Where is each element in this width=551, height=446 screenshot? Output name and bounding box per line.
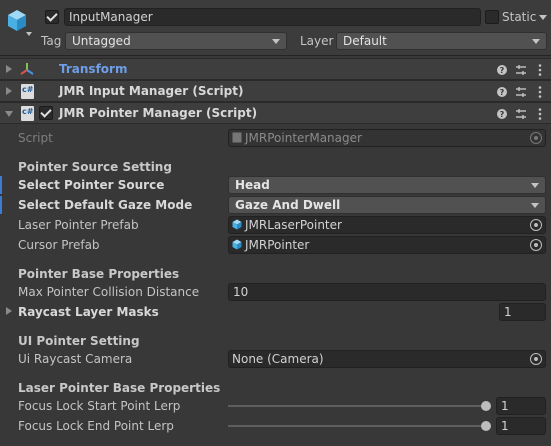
cursor-prefab-field[interactable]: JMRPointer	[228, 236, 546, 254]
chevron-down-icon	[531, 203, 539, 208]
focus-lock-end-label: Focus Lock End Point Lerp	[18, 419, 174, 433]
component-header-transform[interactable]: Transform ?	[0, 58, 551, 80]
focus-lock-end-slider-handle[interactable]	[481, 421, 491, 431]
layer-label: Layer	[300, 34, 334, 48]
static-dropdown-icon[interactable]	[539, 15, 547, 20]
focus-lock-start-slider-track[interactable]	[228, 405, 486, 407]
section-laser-pointer-base: Laser Pointer Base Properties	[18, 381, 221, 395]
tag-value: Untagged	[72, 34, 131, 48]
object-picker-icon	[530, 132, 542, 144]
raycast-layer-masks-size-input[interactable]: 1	[499, 303, 546, 321]
help-icon: ?	[497, 109, 507, 119]
prefab-icon	[232, 219, 242, 230]
foldout-expanded-icon[interactable]	[5, 111, 13, 117]
layer-value: Default	[343, 34, 387, 48]
object-name-input[interactable]: InputManager	[64, 8, 481, 26]
section-ui-pointer: UI Pointer Setting	[18, 334, 140, 348]
inspector-header: InputManager Static Tag Untagged Layer D…	[0, 0, 551, 56]
component-actions: ?	[497, 64, 542, 76]
ui-raycast-camera-value: None (Camera)	[232, 352, 324, 366]
component-header-jmr-input-manager[interactable]: JMR Input Manager (Script) ?	[0, 80, 551, 102]
static-label: Static	[502, 10, 537, 24]
script-value: JMRPointerManager	[245, 131, 362, 145]
kebab-menu-icon	[538, 64, 542, 76]
csharp-script-icon	[21, 84, 34, 99]
active-checkbox[interactable]	[45, 10, 59, 24]
tag-label: Tag	[41, 34, 62, 48]
modified-indicator	[0, 176, 2, 194]
component-enabled-checkbox[interactable]	[39, 106, 53, 120]
svg-text:?: ?	[500, 110, 505, 119]
chevron-down-icon	[532, 39, 540, 44]
kebab-menu-icon	[538, 108, 542, 120]
cursor-prefab-label: Cursor Prefab	[18, 238, 100, 252]
help-icon: ?	[497, 87, 507, 97]
focus-lock-end-slider-track[interactable]	[228, 425, 486, 427]
help-icon: ?	[497, 65, 507, 75]
raycast-layer-masks-label[interactable]: Raycast Layer Masks	[18, 303, 159, 321]
svg-text:?: ?	[500, 88, 505, 97]
ui-raycast-camera-field[interactable]: None (Camera)	[228, 350, 546, 368]
foldout-collapsed-icon[interactable]	[6, 307, 12, 315]
icon-dropdown-icon[interactable]	[26, 32, 32, 36]
laser-pointer-prefab-label: Laser Pointer Prefab	[18, 218, 139, 232]
laser-pointer-prefab-field[interactable]: JMRLaserPointer	[228, 216, 546, 234]
object-picker-icon[interactable]	[530, 239, 542, 251]
component-title-jmr-pointer-manager: JMR Pointer Manager (Script)	[59, 106, 258, 120]
component-title-transform: Transform	[59, 62, 128, 76]
csharp-script-icon	[21, 106, 34, 121]
laser-pointer-prefab-value: JMRLaserPointer	[245, 218, 342, 232]
object-picker-icon[interactable]	[530, 219, 542, 231]
select-gaze-mode-label: Select Default Gaze Mode	[18, 198, 193, 212]
object-picker-icon[interactable]	[530, 353, 542, 365]
cursor-prefab-value: JMRPointer	[245, 238, 310, 252]
kebab-menu-icon	[538, 86, 542, 98]
script-label: Script	[18, 131, 53, 145]
section-pointer-base: Pointer Base Properties	[18, 267, 180, 281]
select-gaze-mode-value: Gaze And Dwell	[235, 198, 341, 212]
static-checkbox[interactable]	[485, 10, 499, 24]
layer-dropdown[interactable]: Default	[336, 32, 547, 50]
prefab-icon	[232, 239, 242, 250]
foldout-collapsed-icon[interactable]	[6, 87, 12, 95]
focus-lock-start-label: Focus Lock Start Point Lerp	[18, 399, 181, 413]
chevron-down-icon	[272, 39, 280, 44]
section-pointer-source: Pointer Source Setting	[18, 160, 172, 174]
focus-lock-end-input[interactable]: 1	[496, 417, 546, 435]
svg-text:?: ?	[500, 66, 505, 75]
foldout-collapsed-icon[interactable]	[6, 65, 12, 73]
transform-axes-icon	[20, 63, 34, 75]
select-gaze-mode-dropdown[interactable]: Gaze And Dwell	[228, 196, 546, 214]
component-header-jmr-pointer-manager[interactable]: JMR Pointer Manager (Script) ?	[0, 102, 551, 124]
script-field: JMRPointerManager	[228, 129, 546, 147]
component-title-jmr-input-manager: JMR Input Manager (Script)	[59, 84, 244, 98]
select-pointer-source-value: Head	[235, 178, 270, 192]
select-pointer-source-label: Select Pointer Source	[18, 178, 165, 192]
focus-lock-start-slider-handle[interactable]	[481, 401, 491, 411]
select-pointer-source-dropdown[interactable]: Head	[228, 176, 546, 194]
ui-raycast-camera-label: Ui Raycast Camera	[18, 352, 133, 366]
component-actions: ?	[497, 108, 542, 120]
chevron-down-icon	[531, 183, 539, 188]
focus-lock-start-input[interactable]: 1	[496, 397, 546, 415]
modified-indicator	[0, 196, 2, 214]
preset-icon	[516, 87, 526, 97]
script-file-icon	[232, 132, 242, 143]
max-collision-distance-label: Max Pointer Collision Distance	[18, 285, 200, 299]
preset-icon	[516, 65, 526, 75]
component-actions: ?	[497, 86, 542, 98]
gameobject-cube-icon[interactable]	[6, 8, 28, 34]
preset-icon	[516, 109, 526, 119]
tag-dropdown[interactable]: Untagged	[65, 32, 287, 50]
max-collision-distance-input[interactable]: 10	[228, 283, 546, 301]
